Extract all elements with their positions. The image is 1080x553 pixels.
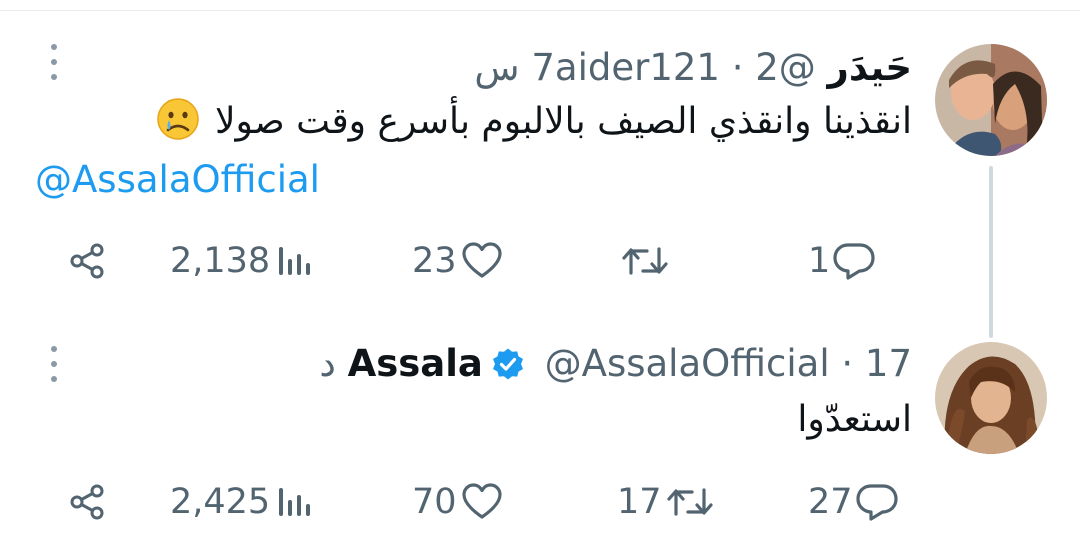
tweet-header: حَيدَر @7aider121 · 2 س: [474, 45, 912, 91]
like-button[interactable]: 70: [412, 478, 503, 526]
like-icon: [461, 242, 502, 278]
tweet-text-content: استعدّوا: [797, 399, 912, 440]
tweet-reply-parent[interactable]: حَيدَر @7aider121 · 2 س انقذينا وانقذي ا…: [0, 0, 1080, 300]
more-options-icon[interactable]: [48, 42, 60, 82]
crying-face-emoji: [156, 98, 199, 140]
like-count: 70: [412, 482, 457, 522]
avatar-image: [935, 44, 1047, 156]
retweet-icon: [622, 247, 668, 275]
reply-icon: [855, 484, 898, 521]
share-icon: [70, 243, 104, 279]
views-button[interactable]: 2,425: [170, 478, 312, 526]
share-button[interactable]: [68, 237, 108, 285]
more-options-icon[interactable]: [48, 344, 60, 384]
views-icon: [279, 247, 311, 275]
avatar-image: [935, 342, 1047, 454]
separator-dot: ·: [841, 342, 854, 385]
display-name[interactable]: Assala: [348, 342, 483, 385]
reply-button[interactable]: 27: [808, 478, 899, 526]
reply-icon: [833, 243, 875, 280]
retweet-count: 17: [617, 482, 662, 522]
reply-count: 1: [808, 241, 831, 281]
display-name[interactable]: حَيدَر: [828, 46, 912, 89]
views-count: 2,138: [170, 241, 271, 281]
views-button[interactable]: 2,138: [170, 237, 312, 285]
like-count: 23: [412, 241, 457, 281]
retweet-button[interactable]: [617, 237, 669, 285]
user-handle[interactable]: @AssalaOfficial: [545, 342, 830, 385]
like-icon: [461, 483, 502, 519]
views-icon: [279, 488, 311, 516]
like-button[interactable]: 23: [412, 237, 503, 285]
verified-badge-icon: [492, 348, 523, 380]
tweet-reply[interactable]: Assala @AssalaOfficial · 17 د استعدّوا 2…: [0, 300, 1080, 553]
tweet-header: Assala @AssalaOfficial · 17 د: [319, 341, 912, 387]
reply-count: 27: [808, 482, 853, 522]
mention-link[interactable]: @AssalaOfficial: [35, 157, 320, 203]
share-button[interactable]: [68, 478, 108, 526]
tweet-text: استعدّوا: [797, 397, 912, 443]
share-icon: [70, 484, 104, 520]
tweet-text-content: انقذينا وانقذي الصيف بالالبوم بأسرع وقت …: [214, 101, 912, 142]
views-count: 2,425: [170, 482, 271, 522]
avatar[interactable]: [935, 342, 1047, 454]
avatar[interactable]: [935, 44, 1047, 156]
reply-button[interactable]: 1: [808, 237, 876, 285]
tweet-text: انقذينا وانقذي الصيف بالالبوم بأسرع وقت …: [156, 97, 912, 145]
retweet-icon: [666, 488, 713, 516]
separator-dot: ·: [731, 46, 744, 89]
retweet-button[interactable]: 17: [617, 478, 714, 526]
